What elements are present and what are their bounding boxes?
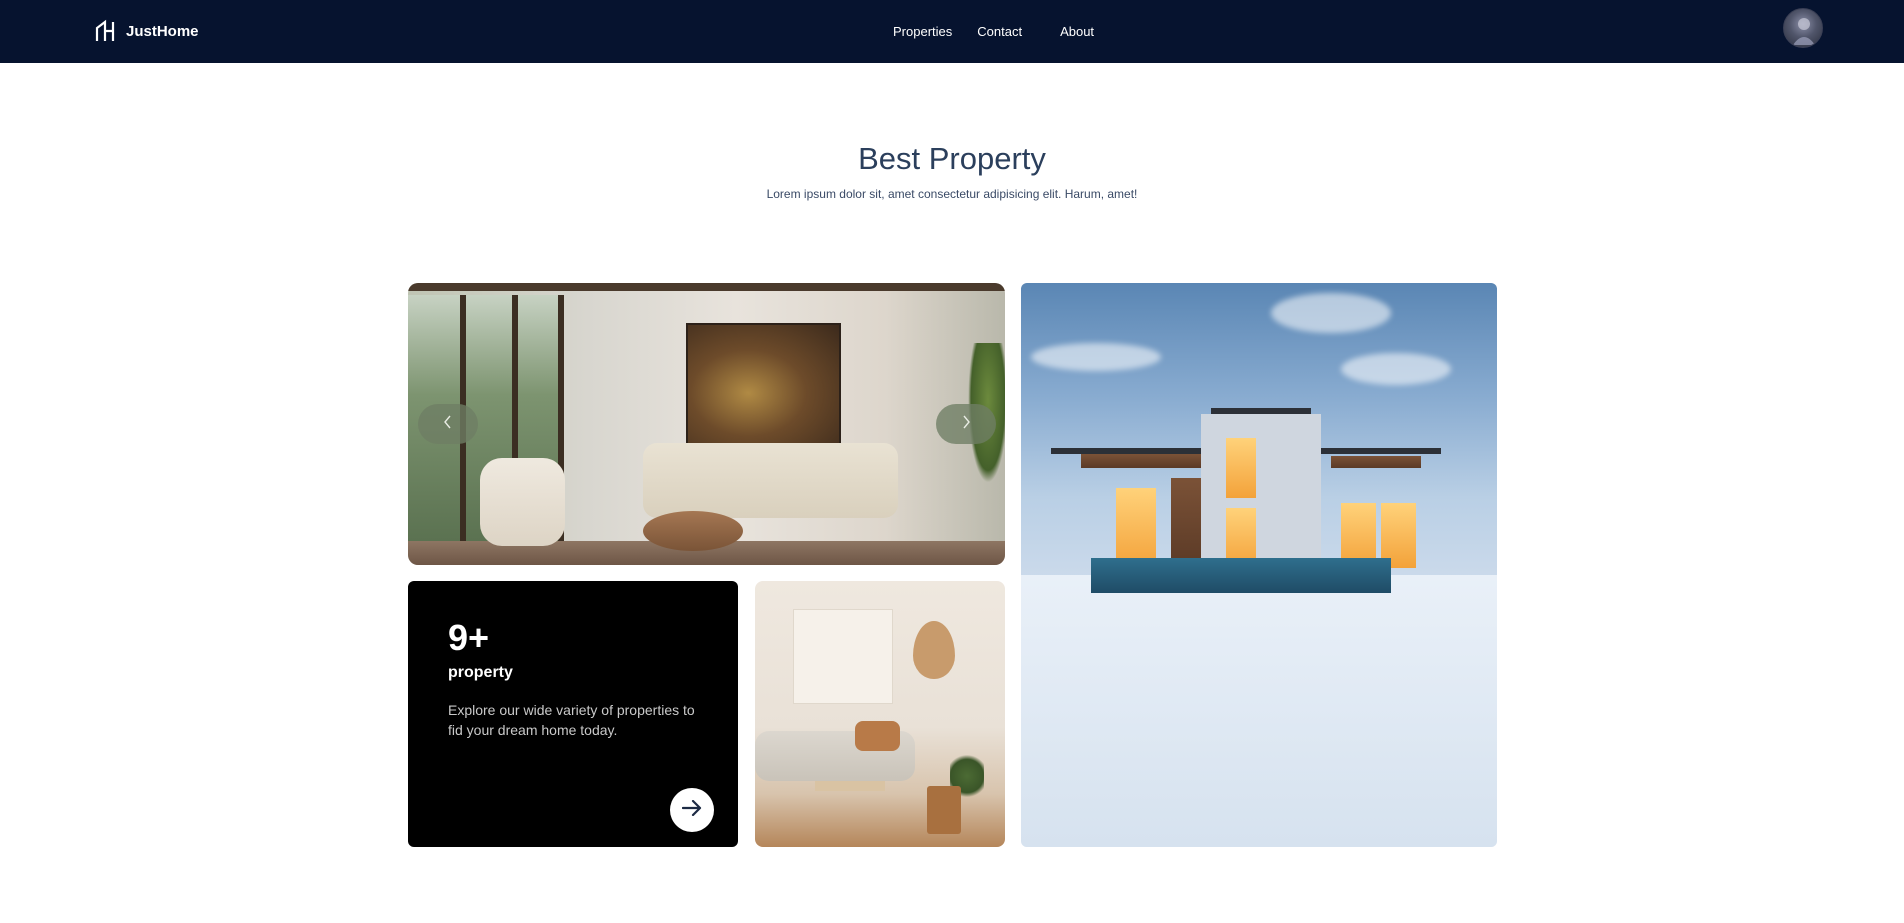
slider-prev-button[interactable] (418, 404, 478, 444)
page-title: Best Property (858, 141, 1046, 176)
chevron-left-icon (442, 415, 454, 434)
page-subtitle: Lorem ipsum dolor sit, amet consectetur … (766, 187, 1138, 201)
top-navbar: JustHome Properties Contact About (0, 0, 1904, 63)
property-description: Explore our wide variety of properties t… (448, 702, 695, 738)
nav-link-contact[interactable]: Contact (977, 24, 1022, 39)
photo-living-room-small (755, 581, 1005, 847)
property-count: 9+ (448, 617, 490, 658)
arrow-right-icon (681, 799, 702, 821)
property-image-slider[interactable] (408, 283, 1005, 565)
nav-link-properties[interactable]: Properties (893, 24, 952, 39)
main-nav: Properties Contact About (893, 0, 1094, 63)
property-count-label: property (448, 664, 513, 681)
slide-image-living-room (408, 283, 1005, 565)
explore-properties-button[interactable] (670, 788, 714, 832)
house-logo-icon (95, 19, 119, 43)
nav-link-about[interactable]: About (1060, 24, 1094, 39)
photo-modern-house (1021, 283, 1497, 847)
user-avatar[interactable] (1783, 8, 1823, 48)
brand-logo[interactable]: JustHome (95, 18, 199, 44)
property-count-card: 9+ property Explore our wide variety of … (408, 581, 738, 847)
chevron-right-icon (960, 415, 972, 434)
slider-next-button[interactable] (936, 404, 996, 444)
brand-name: JustHome (126, 22, 199, 40)
